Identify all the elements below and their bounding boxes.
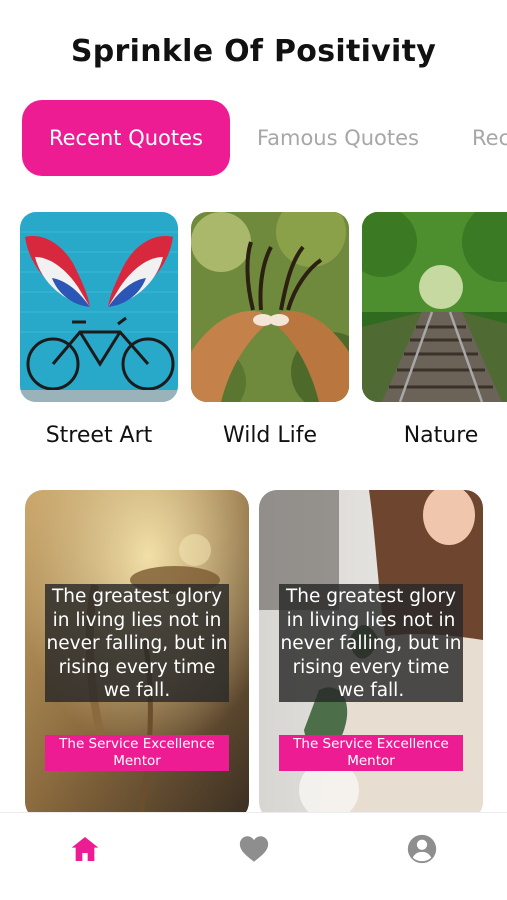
home-icon: [71, 837, 99, 861]
tab-recent-quotes[interactable]: Recent Quotes: [22, 100, 230, 176]
category-label: Wild Life: [222, 423, 318, 448]
page-title: Sprinkle Of Positivity: [70, 34, 437, 69]
category-street-art[interactable]: Street Art: [20, 212, 178, 448]
quote-author: The Service Excellence Mentor: [279, 735, 463, 771]
street-art-image: [20, 212, 178, 402]
quote-text: The greatest glory in living lies not in…: [45, 584, 229, 702]
quote-tabs: Recent Quotes Famous Quotes Rec: [0, 100, 507, 178]
quote-author: The Service Excellence Mentor: [45, 735, 229, 771]
category-label: Nature: [403, 423, 479, 448]
nature-image: [362, 212, 507, 402]
quote-cards: The greatest glory in living lies not in…: [0, 490, 507, 812]
quote-card[interactable]: The greatest glory in living lies not in…: [25, 490, 249, 812]
nav-favorites[interactable]: [234, 829, 274, 869]
category-label: Street Art: [45, 423, 153, 448]
tab-famous-quotes[interactable]: Famous Quotes: [238, 100, 438, 176]
category-nature[interactable]: Nature: [362, 212, 507, 448]
tab-partial[interactable]: Rec: [450, 100, 507, 176]
quote-card[interactable]: The greatest glory in living lies not in…: [259, 490, 483, 812]
wild-life-image: [191, 212, 349, 402]
account-icon: [407, 834, 437, 864]
quote-text: The greatest glory in living lies not in…: [279, 584, 463, 702]
bottom-nav: [0, 812, 507, 900]
category-carousel: Street Art Wild Life Nature: [0, 212, 507, 457]
heart-icon: [239, 836, 269, 862]
category-wild-life[interactable]: Wild Life: [191, 212, 349, 448]
nav-home[interactable]: [65, 829, 105, 869]
nav-account[interactable]: [402, 829, 442, 869]
